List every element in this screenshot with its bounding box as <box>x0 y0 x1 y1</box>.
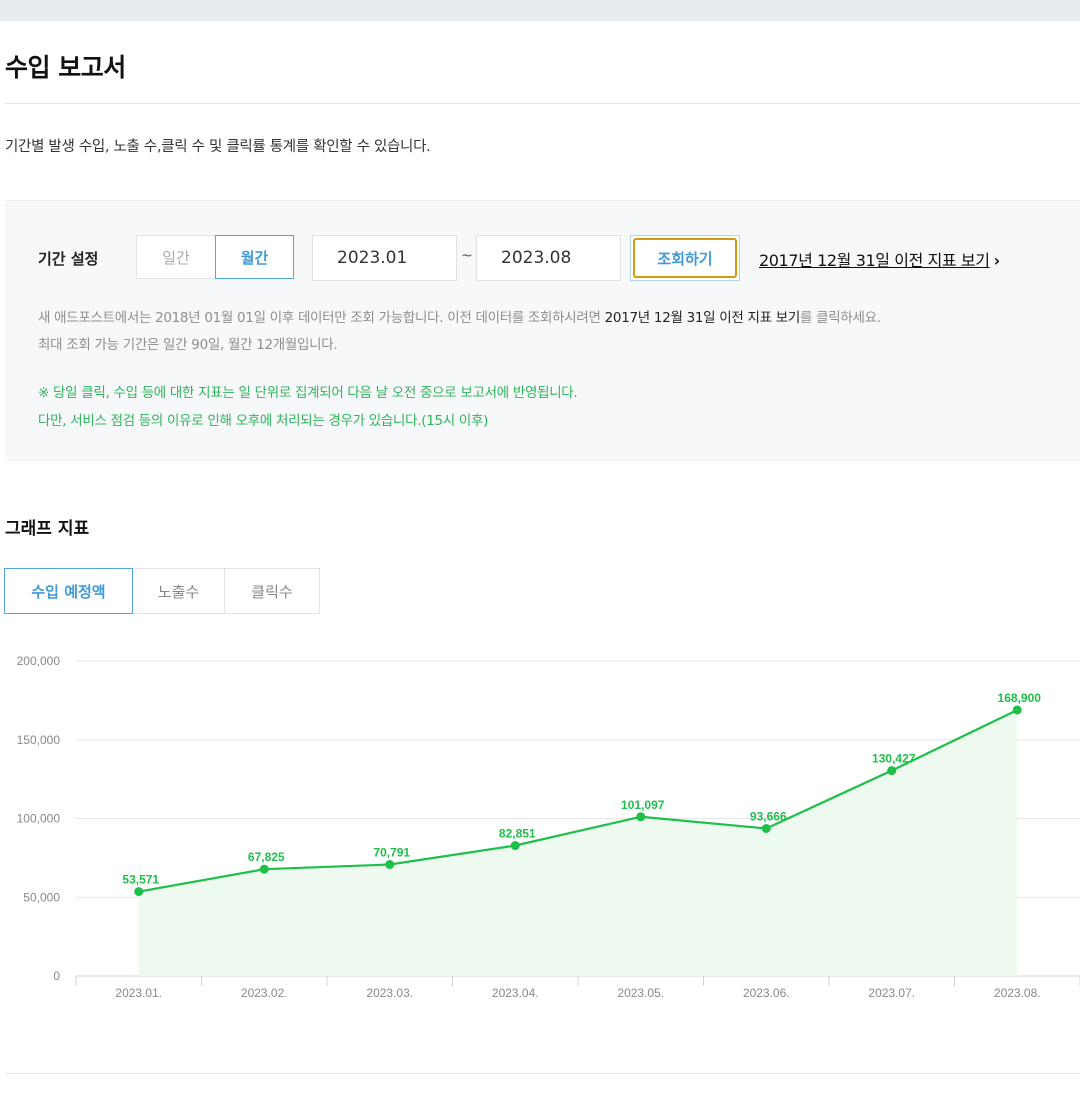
search-button-label: 조회하기 <box>633 238 737 278</box>
y-tick-label: 150,000 <box>17 733 61 747</box>
data-label: 67,825 <box>248 850 285 864</box>
date-range-separator: ~ <box>461 248 473 264</box>
chevron-right-icon: › <box>993 251 1001 270</box>
daily-toggle-button[interactable]: 일간 <box>136 235 216 279</box>
page-title: 수입 보고서 <box>5 53 126 82</box>
data-point <box>134 887 144 897</box>
notice-aggregation: ※ 당일 클릭, 수입 등에 대한 지표는 일 단위로 집계되어 다음 날 오전… <box>38 385 578 401</box>
top-strip <box>0 0 1080 21</box>
period-filter-panel: 기간 설정 일간 월간 2023.01 ~ 2023.08 조회하기 2017년… <box>5 200 1080 461</box>
legacy-report-link[interactable]: 2017년 12월 31일 이전 지표 보기 › <box>759 247 1000 271</box>
data-point <box>385 860 395 870</box>
data-label: 101,097 <box>621 798 665 812</box>
data-label: 70,791 <box>373 846 410 860</box>
notice-legacy-link[interactable]: 2017년 12월 31일 이전 지표 보기 <box>605 310 801 326</box>
x-tick-label: 2023.07. <box>868 986 915 1000</box>
graph-section-title: 그래프 지표 <box>5 519 90 539</box>
x-tick-label: 2023.04. <box>492 986 539 1000</box>
x-tick-label: 2023.03. <box>366 986 413 1000</box>
y-tick-label: 100,000 <box>17 812 61 826</box>
y-tick-label: 50,000 <box>23 890 60 904</box>
series-area <box>138 709 1018 976</box>
title-divider <box>5 103 1080 104</box>
x-tick-label: 2023.06. <box>743 986 790 1000</box>
data-label: 82,851 <box>499 827 536 841</box>
x-tick-label: 2023.01. <box>115 986 162 1000</box>
period-label: 기간 설정 <box>38 250 99 268</box>
bottom-divider <box>5 1073 1080 1074</box>
data-point <box>259 864 269 874</box>
data-point <box>636 812 646 822</box>
search-button[interactable]: 조회하기 <box>630 235 740 281</box>
monthly-toggle-button[interactable]: 월간 <box>215 235 294 279</box>
x-tick-label: 2023.08. <box>994 986 1041 1000</box>
metric-tabs: 수입 예정액 노출수 클릭수 <box>4 568 320 614</box>
data-label: 130,427 <box>872 752 916 766</box>
end-date-value: 2023.08 <box>501 248 572 268</box>
start-date-field[interactable]: 2023.01 <box>312 235 457 281</box>
tab-revenue[interactable]: 수입 예정액 <box>4 568 133 614</box>
end-date-field[interactable]: 2023.08 <box>476 235 621 281</box>
data-label: 53,571 <box>122 873 159 887</box>
tab-impressions[interactable]: 노출수 <box>132 568 225 614</box>
data-point <box>761 823 771 833</box>
page-description: 기간별 발생 수입, 노출 수,클릭 수 및 클릭률 통계를 확인할 수 있습니… <box>5 139 431 155</box>
notice-processing-delay: 다만, 서비스 점검 등의 이유로 인해 오후에 처리되는 경우가 있습니다.(… <box>38 413 489 429</box>
legacy-report-link-label: 2017년 12월 31일 이전 지표 보기 <box>759 251 990 270</box>
tab-clicks[interactable]: 클릭수 <box>224 568 320 614</box>
notice-text: 를 클릭하세요. <box>800 310 881 326</box>
data-label: 93,666 <box>750 809 787 823</box>
notice-text: 새 애드포스트에서는 2018년 01월 01일 이후 데이터만 조회 가능합니… <box>38 310 605 326</box>
y-tick-label: 200,000 <box>17 654 61 668</box>
y-tick-label: 0 <box>53 969 60 983</box>
notice-max-period: 최대 조회 가능 기간은 일간 90일, 월간 12개월입니다. <box>38 337 338 353</box>
notice-data-range: 새 애드포스트에서는 2018년 01월 01일 이후 데이터만 조회 가능합니… <box>38 306 881 326</box>
data-point <box>887 766 897 776</box>
data-label: 168,900 <box>998 691 1042 705</box>
start-date-value: 2023.01 <box>337 248 408 268</box>
data-point <box>1012 705 1022 715</box>
x-tick-label: 2023.02. <box>241 986 288 1000</box>
x-tick-label: 2023.05. <box>617 986 664 1000</box>
revenue-line-chart: 0 50,000 100,000 150,000 200,000 2023.01. 2023… <box>17 654 1080 1000</box>
data-point <box>510 841 520 851</box>
